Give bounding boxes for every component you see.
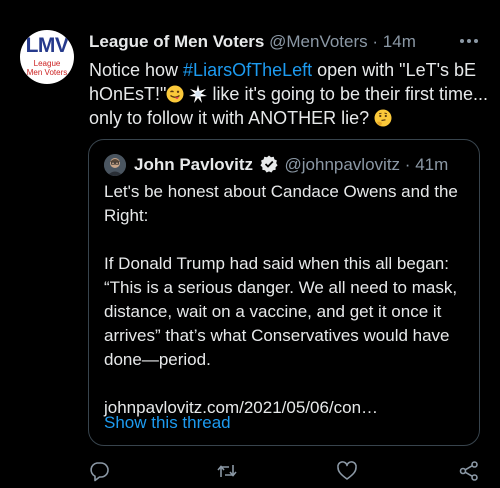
share-icon[interactable] (458, 460, 480, 482)
hashtag-link[interactable]: #LiarsOfTheLeft (183, 60, 312, 80)
retweet-icon[interactable] (216, 460, 238, 482)
author-handle[interactable]: @MenVoters (269, 32, 368, 51)
thinking-face-icon (374, 109, 392, 127)
reply-icon[interactable] (88, 460, 110, 482)
quoted-author-name[interactable]: John Pavlovitz (134, 155, 253, 174)
author-avatar[interactable]: LMV League Men Voters (20, 30, 74, 84)
tweet-header: League of Men Voters @MenVoters · 14m (89, 31, 416, 53)
avatar-logo-text: LMV (25, 34, 69, 57)
more-options-icon[interactable] (458, 30, 480, 52)
quoted-author-avatar[interactable] (104, 154, 126, 176)
collision-icon (189, 85, 208, 103)
winking-face-tongue-icon (166, 85, 184, 103)
tweet-text-part1: Notice how (89, 60, 184, 80)
quoted-tweet[interactable]: John Pavlovitz @johnpavlovitz · 41m Let'… (88, 139, 480, 446)
quoted-paragraph-2: If Donald Trump had said when this all b… (104, 254, 458, 369)
quoted-paragraph-1: Let's be honest about Candace Owens and … (104, 182, 458, 225)
like-icon[interactable] (336, 460, 358, 482)
tweet-text: Notice how #LiarsOfTheLeft open with "Le… (89, 58, 489, 130)
avatar-logo-sub1: League (33, 59, 61, 68)
quoted-text: Let's be honest about Candace Owens and … (104, 180, 469, 420)
quoted-author-handle[interactable]: @johnpavlovitz (285, 155, 401, 174)
verified-badge-icon (260, 155, 278, 173)
tweet-time[interactable]: 14m (383, 32, 416, 51)
tweet[interactable]: LMV League Men Voters League of Men Vote… (0, 0, 500, 488)
quoted-separator-dot: · (404, 155, 411, 174)
quoted-header: John Pavlovitz @johnpavlovitz · 41m (134, 154, 448, 176)
show-thread-link[interactable]: Show this thread (104, 412, 231, 434)
quoted-time[interactable]: 41m (415, 155, 448, 174)
separator-dot: · (372, 32, 379, 51)
author-name[interactable]: League of Men Voters (89, 32, 264, 51)
avatar-logo-sub2: Men Voters (26, 68, 68, 77)
tweet-actions (0, 460, 500, 484)
